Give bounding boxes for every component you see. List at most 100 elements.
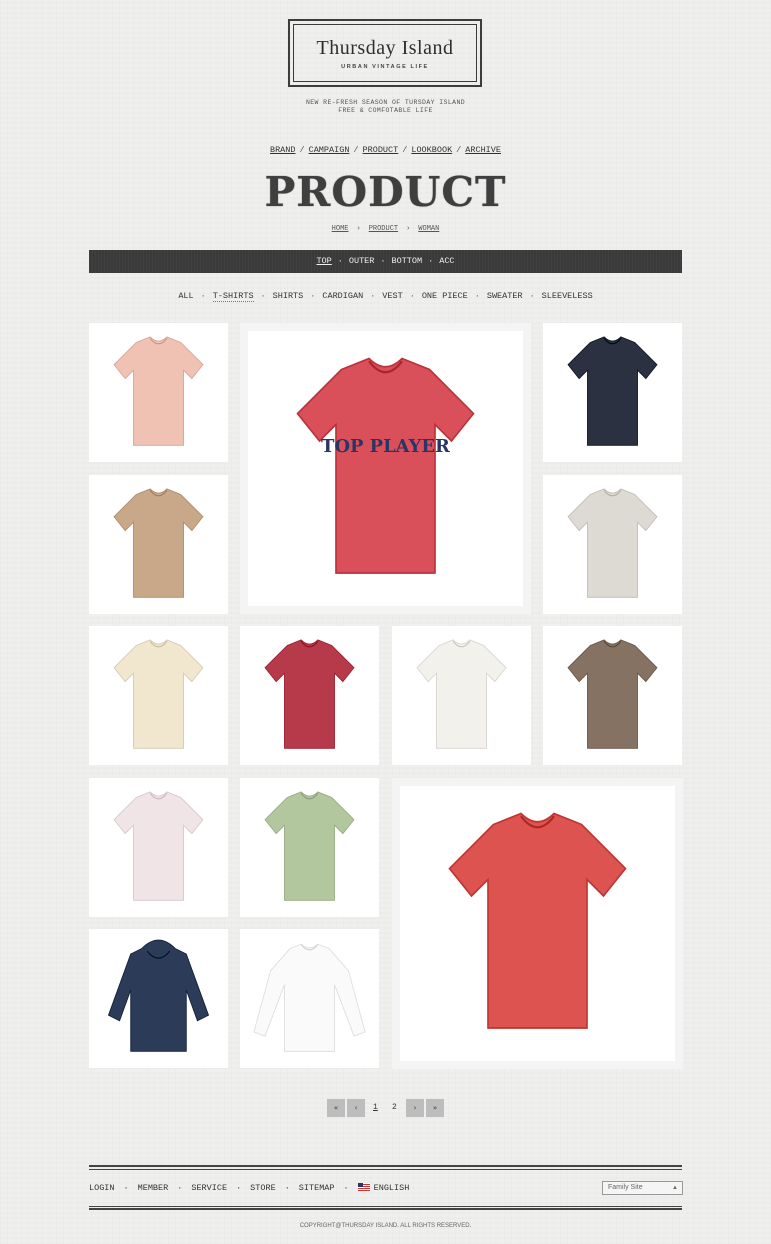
white-longsleeve-icon [253, 943, 366, 1052]
product-tile-featured[interactable] [392, 778, 683, 1069]
dot-separator: · [260, 291, 266, 301]
dot-separator: · [474, 291, 480, 301]
footer-divider [89, 1206, 682, 1207]
caret-up-icon: ▲ [672, 1185, 678, 1191]
subcategory-nav: ALL · T-SHIRTS · SHIRTS · CARDIGAN · VEST · ONE PI… [0, 291, 771, 302]
footer-divider [89, 1208, 682, 1210]
nav-separator: / [402, 145, 408, 155]
tagline-line-2: FREE & COMFOTABLE LIFE [338, 107, 433, 114]
family-site-label: Family Site [608, 1184, 643, 1191]
category-bar: TOP · OUTER · BOTTOM · ACC [89, 250, 682, 273]
nav-brand[interactable]: BRAND [270, 145, 296, 155]
subcategory-shirts[interactable]: SHIRTS [273, 291, 304, 301]
category-outer[interactable]: OUTER [349, 256, 375, 266]
dot-separator: · [123, 1183, 129, 1193]
footer-language[interactable]: ENGLISH [357, 1183, 410, 1193]
subcategory-one-piece[interactable]: ONE PIECE [422, 291, 468, 301]
main-nav: BRAND / CAMPAIGN / PRODUCT / LOOKBOOK / ARCHIVE [0, 145, 771, 155]
subcategory-tshirts[interactable]: T-SHIRTS [212, 291, 254, 302]
beige-tshirt-icon [113, 488, 204, 598]
brand-logo[interactable]: Thursday Island URBAN VINTAGE LIFE [288, 19, 482, 87]
page-2-link[interactable]: 2 [392, 1103, 397, 1112]
first-page-button[interactable]: « [327, 1099, 345, 1117]
footer-nav: LOGIN · MEMBER · SERVICE · STORE · SITEMAP · ENGLI… [89, 1183, 409, 1193]
footer-login[interactable]: LOGIN [89, 1183, 115, 1193]
pale-striped-tshirt-icon [113, 791, 204, 901]
raspberry-tshirt-icon [264, 639, 355, 749]
product-tile[interactable] [240, 778, 379, 917]
breadcrumb-home[interactable]: HOME [332, 225, 349, 233]
striped-graphic-tshirt-icon [567, 488, 658, 598]
breadcrumb: HOME › PRODUCT › WOMAN [0, 225, 771, 233]
dot-separator: · [370, 291, 376, 301]
brown-graphic-tshirt-icon [567, 639, 658, 749]
nav-separator: / [353, 145, 359, 155]
product-tile[interactable] [89, 929, 228, 1068]
product-tile[interactable] [543, 323, 682, 462]
dot-separator: · [428, 256, 434, 266]
footer-member[interactable]: MEMBER [138, 1183, 169, 1193]
footer-sitemap[interactable]: SITEMAP [299, 1183, 335, 1193]
subcategory-all[interactable]: ALL [178, 291, 193, 301]
nav-campaign[interactable]: CAMPAIGN [309, 145, 350, 155]
subcategory-cardigan[interactable]: CARDIGAN [322, 291, 363, 301]
dot-separator: · [177, 1183, 183, 1193]
copyright: COPYRIGHT@THURSDAY ISLAND. ALL RIGHTS RE… [299, 1223, 472, 1229]
category-top[interactable]: TOP [316, 256, 331, 266]
dot-separator: · [380, 256, 386, 266]
product-tile[interactable] [543, 475, 682, 614]
nav-archive[interactable]: ARCHIVE [465, 145, 501, 155]
product-tile[interactable] [392, 626, 531, 765]
subcategory-sleeveless[interactable]: SLEEVELESS [542, 291, 593, 301]
next-page-button[interactable]: › [406, 1099, 424, 1117]
language-label: ENGLISH [373, 1183, 410, 1193]
footer-divider [89, 1169, 682, 1170]
tagline-line-1: NEW RE-FRESH SEASON OF TURSDAY ISLAND [305, 99, 466, 106]
brand-name: Thursday Island [316, 37, 454, 59]
pink-tshirt-icon [113, 336, 204, 446]
breadcrumb-woman[interactable]: WOMAN [418, 225, 439, 233]
category-acc[interactable]: ACC [439, 256, 454, 266]
footer-store[interactable]: STORE [250, 1183, 276, 1193]
product-tile[interactable] [240, 626, 379, 765]
product-tile[interactable] [89, 626, 228, 765]
dot-separator: · [236, 1183, 242, 1193]
dot-separator: · [284, 1183, 290, 1193]
footer-divider [89, 1165, 682, 1167]
product-tile[interactable] [543, 626, 682, 765]
category-bottom[interactable]: BOTTOM [392, 256, 423, 266]
prev-page-button[interactable]: ‹ [347, 1099, 365, 1117]
product-tile[interactable] [240, 929, 379, 1068]
product-tile[interactable] [89, 475, 228, 614]
us-flag-icon [357, 1183, 370, 1191]
nav-separator: / [456, 145, 462, 155]
red-top-player-tshirt-icon: TOP PLAYER [296, 357, 475, 574]
shirt-print-text: TOP PLAYER [321, 436, 450, 457]
subcategory-vest[interactable]: VEST [382, 291, 402, 301]
tagline: NEW RE-FRESH SEASON OF TURSDAY ISLAND FR… [0, 99, 771, 115]
brand-subtitle: URBAN VINTAGE LIFE [341, 64, 429, 70]
red-floral-tshirt-icon [448, 812, 627, 1029]
product-tile-featured[interactable]: TOP PLAYER [240, 323, 531, 614]
navy-floral-hoodie-icon [107, 939, 210, 1052]
dot-separator: · [409, 291, 415, 301]
nav-product[interactable]: PRODUCT [363, 145, 399, 155]
footer-service[interactable]: SERVICE [191, 1183, 227, 1193]
nav-lookbook[interactable]: LOOKBOOK [411, 145, 452, 155]
dot-separator: · [310, 291, 316, 301]
product-tile[interactable] [89, 778, 228, 917]
family-site-select[interactable]: Family Site ▲ [602, 1181, 683, 1195]
dot-separator: · [529, 291, 535, 301]
page-1-link[interactable]: 1 [373, 1103, 378, 1112]
chevron-right-icon: › [356, 225, 361, 233]
dot-separator: · [343, 1183, 349, 1193]
last-page-button[interactable]: » [426, 1099, 444, 1117]
breadcrumb-product[interactable]: PRODUCT [369, 225, 398, 233]
page-title: PRODUCT [264, 168, 507, 216]
cream-graphic-tshirt-icon [113, 639, 204, 749]
product-tile[interactable] [89, 323, 228, 462]
subcategory-sweater[interactable]: SWEATER [487, 291, 523, 301]
dot-separator: · [200, 291, 206, 301]
dot-separator: · [337, 256, 343, 266]
navy-patchwork-tshirt-icon [567, 336, 658, 446]
